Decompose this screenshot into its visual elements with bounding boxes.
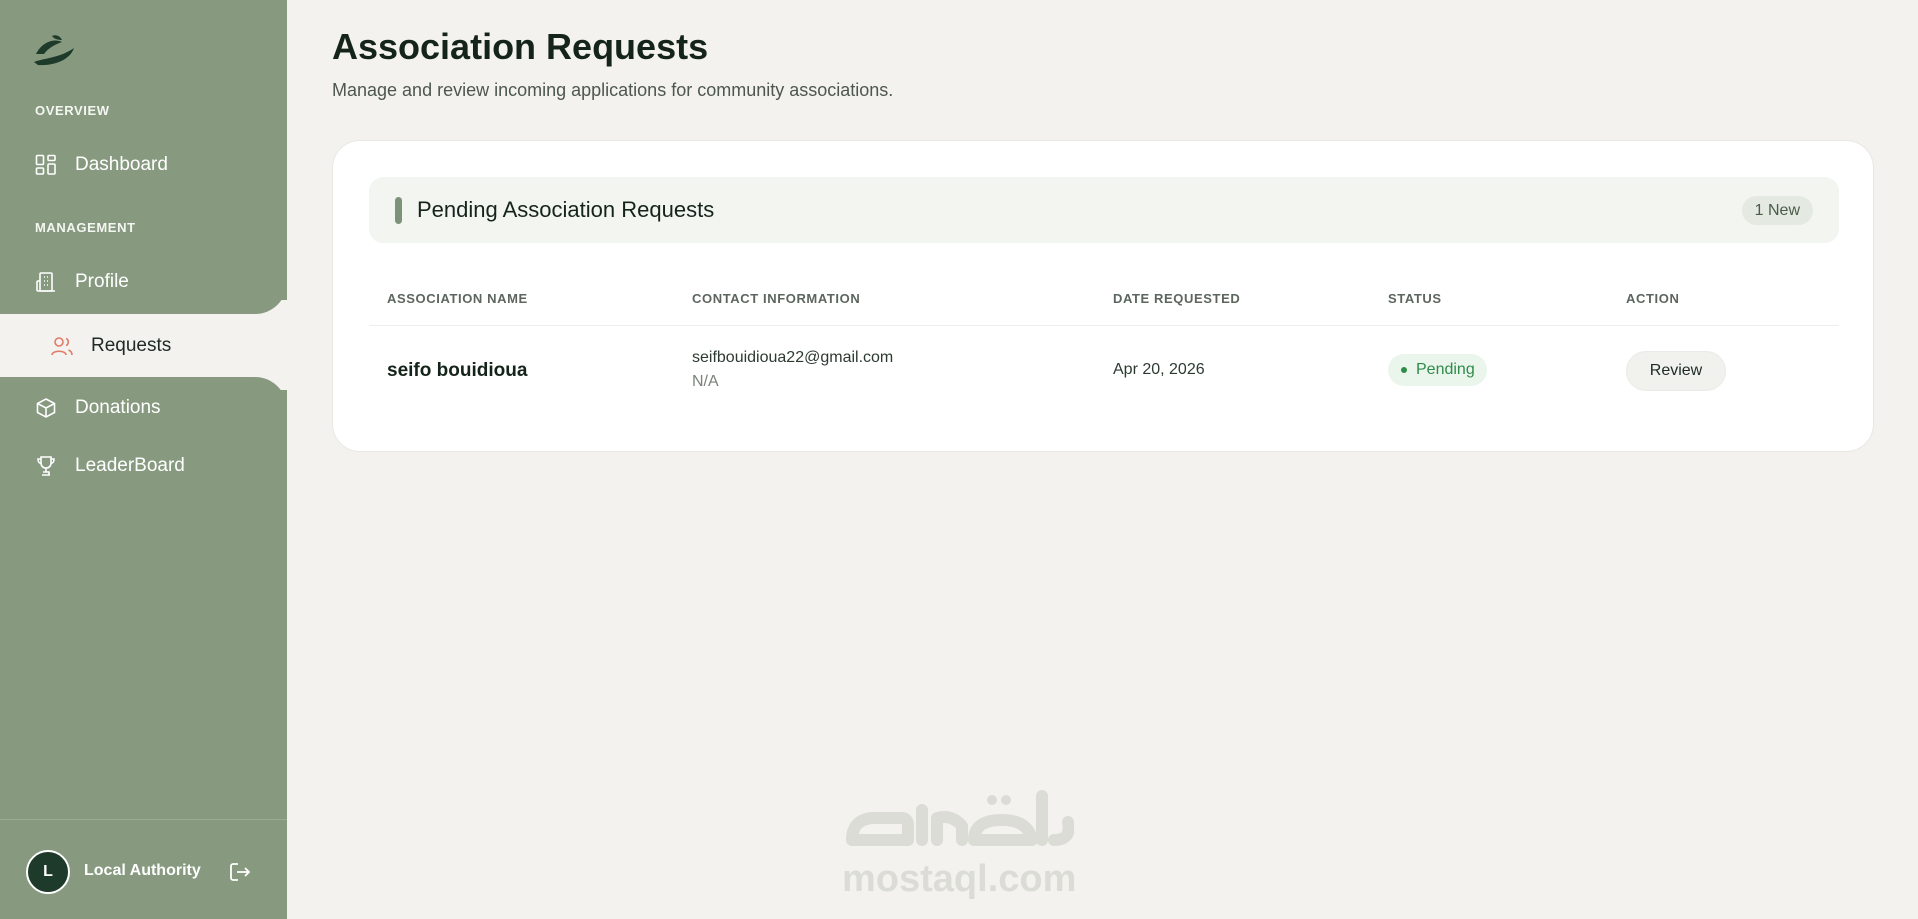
page-title: Association Requests xyxy=(332,26,709,67)
logout-icon[interactable] xyxy=(228,860,252,884)
contact-phone: N/A xyxy=(692,373,719,390)
sidebar-item-dashboard[interactable]: Dashboard xyxy=(0,135,287,195)
column-header-action: ACTION xyxy=(1626,291,1680,306)
status-label: Pending xyxy=(1416,361,1475,378)
sidebar-item-leaderboard[interactable]: LeaderBoard xyxy=(0,436,287,496)
sidebar-item-requests[interactable]: Requests xyxy=(26,314,287,377)
sidebar-item-label: Requests xyxy=(91,334,172,356)
new-count-badge: 1 New xyxy=(1741,196,1813,225)
box-icon xyxy=(34,396,58,420)
table-divider xyxy=(369,325,1839,326)
column-header-status: STATUS xyxy=(1388,291,1442,306)
sidebar-item-profile[interactable]: Profile xyxy=(0,252,287,312)
watermark: mostaql.com xyxy=(842,790,1077,902)
column-header-association-name: ASSOCIATION NAME xyxy=(387,291,528,306)
requests-card: Pending Association Requests 1 New ASSOC… xyxy=(332,140,1874,452)
trophy-icon xyxy=(34,454,58,478)
sidebar-item-donations[interactable]: Donations xyxy=(0,378,287,438)
date-requested: Apr 20, 2026 xyxy=(1113,361,1205,378)
association-name: seifo bouidioua xyxy=(387,360,528,381)
section-label-overview: OVERVIEW xyxy=(35,103,110,118)
avatar[interactable]: L xyxy=(26,850,70,894)
review-button[interactable]: Review xyxy=(1626,351,1726,391)
column-header-date-requested: DATE REQUESTED xyxy=(1113,291,1241,306)
dashboard-grid-icon xyxy=(34,153,58,177)
logo-icon xyxy=(34,35,74,66)
sidebar: OVERVIEW Dashboard MANAGEMENT Profile Re… xyxy=(0,0,287,919)
sidebar-item-label: LeaderBoard xyxy=(75,455,185,476)
watermark-logo-icon xyxy=(846,790,1075,846)
watermark-text: mostaql.com xyxy=(842,858,1077,900)
card-header: Pending Association Requests 1 New xyxy=(369,177,1839,243)
section-label-management: MANAGEMENT xyxy=(35,220,136,235)
contact-email: seifbouidioua22@gmail.com xyxy=(692,349,894,366)
accent-bar xyxy=(395,197,402,224)
page-subtitle: Manage and review incoming applications … xyxy=(332,80,894,100)
card-title: Pending Association Requests xyxy=(417,197,715,222)
sidebar-item-label: Donations xyxy=(75,397,161,418)
users-icon xyxy=(50,334,74,358)
column-header-contact-information: CONTACT INFORMATION xyxy=(692,291,861,306)
sidebar-item-label: Dashboard xyxy=(75,154,168,175)
status-badge: Pending xyxy=(1388,354,1487,386)
sidebar-item-label: Profile xyxy=(75,271,129,292)
status-dot-icon xyxy=(1401,367,1407,373)
user-name: Local Authority xyxy=(84,862,201,879)
sidebar-footer: L Local Authority xyxy=(0,819,287,919)
building-icon xyxy=(34,270,58,294)
